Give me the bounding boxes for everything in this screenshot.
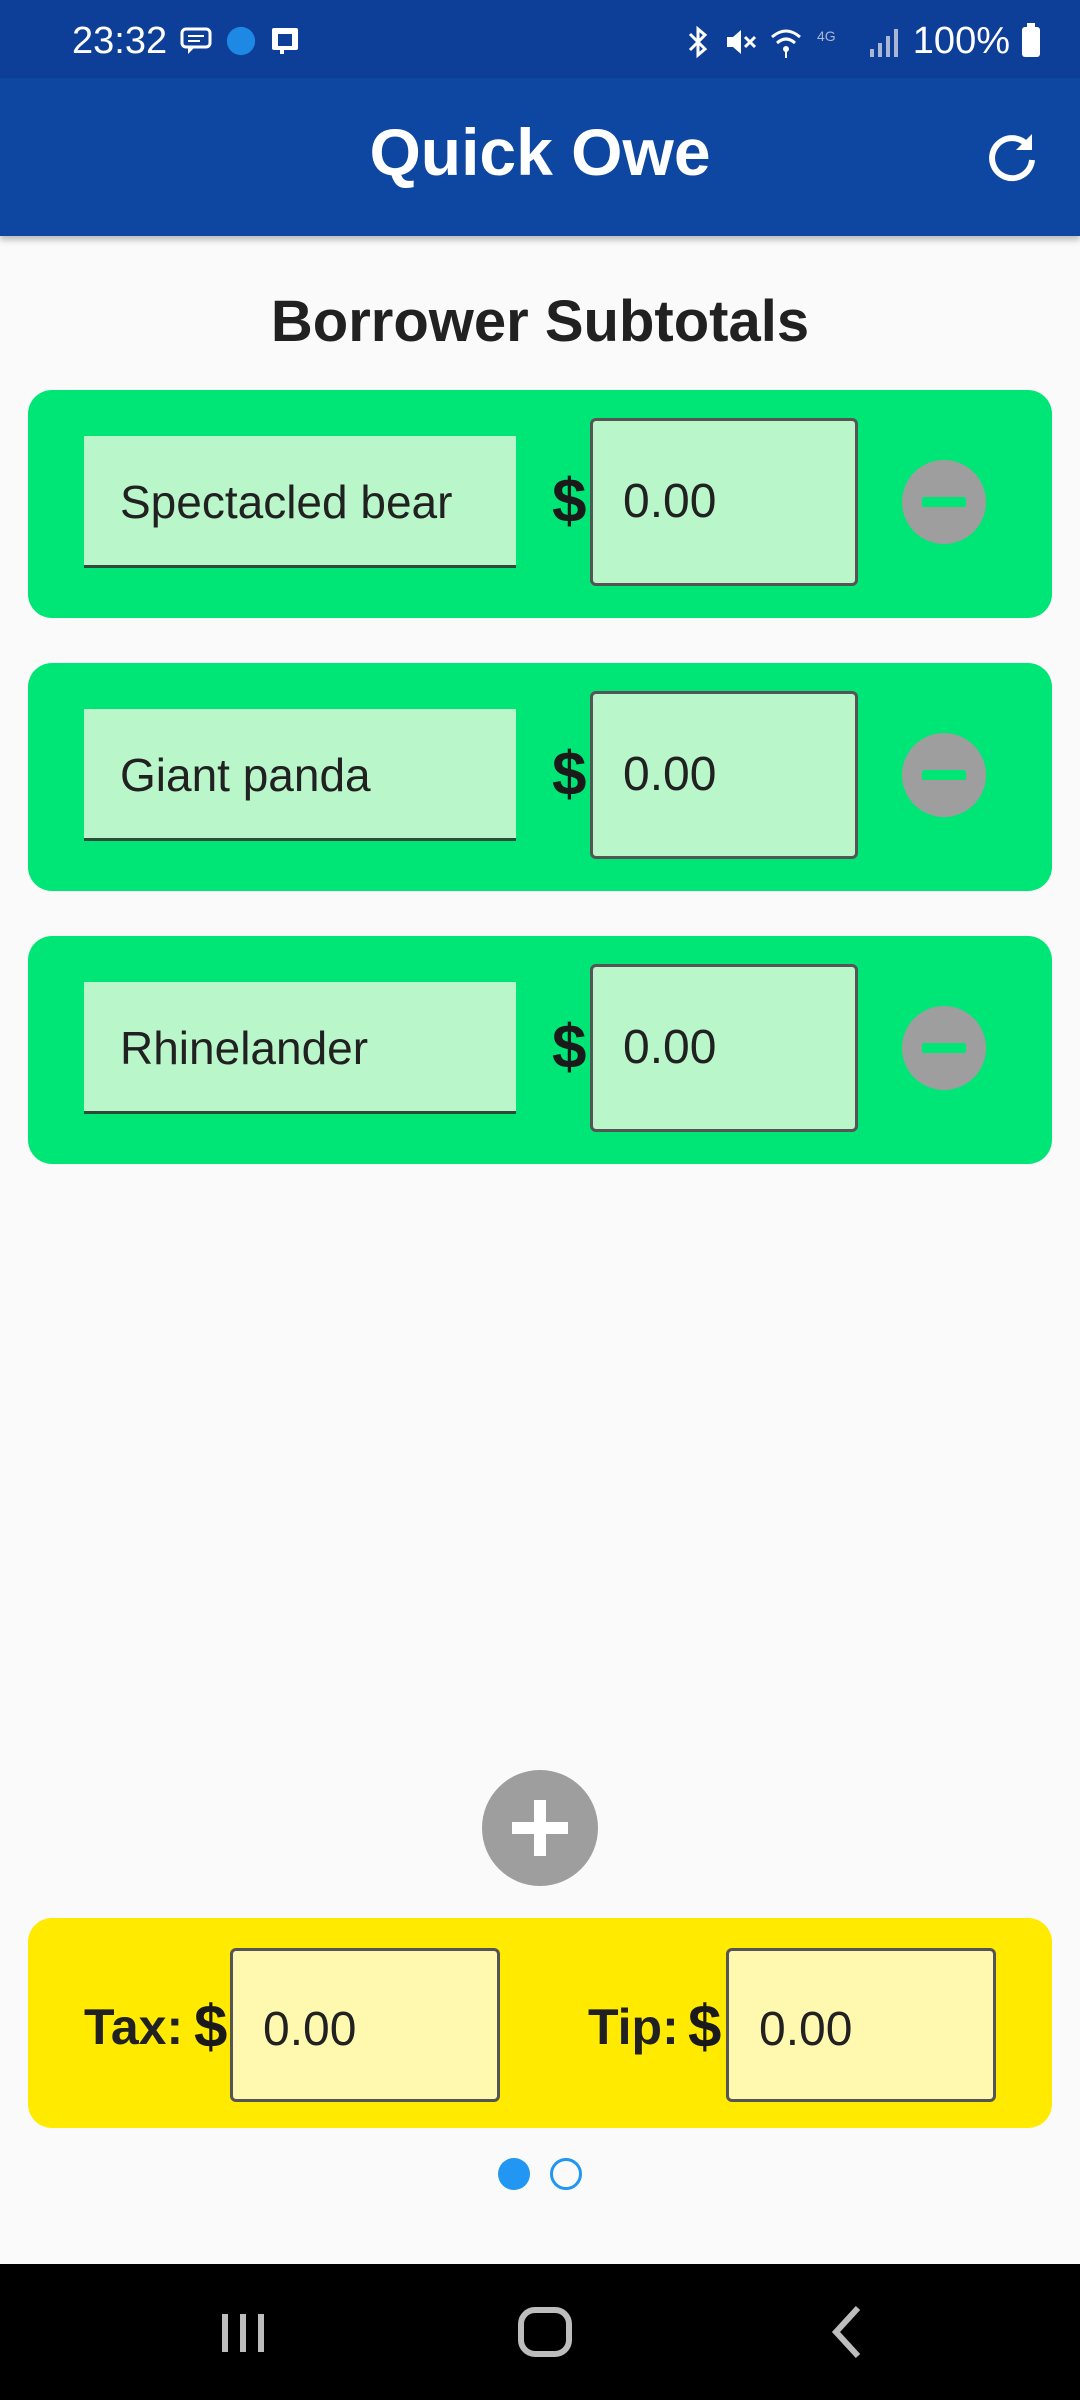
- remove-borrower-button[interactable]: [902, 733, 986, 817]
- status-time: 23:32: [72, 20, 168, 62]
- page-dot[interactable]: [550, 2158, 582, 2190]
- battery-icon: [1022, 22, 1040, 57]
- battery-percent: 100%: [912, 20, 1010, 62]
- usa-today-icon: [226, 26, 256, 56]
- tax-tip-card: Tax: $ 0.00 Tip: $ 0.00: [28, 1918, 1052, 2128]
- tip-currency-symbol: $: [688, 1993, 722, 2060]
- currency-symbol: $: [552, 467, 587, 536]
- home-icon[interactable]: [510, 2300, 580, 2364]
- borrower-name-input[interactable]: Spectacled bear: [84, 436, 516, 568]
- borrower-amount-input[interactable]: 0.00: [590, 691, 858, 859]
- currency-symbol: $: [552, 1013, 587, 1082]
- mute-icon: [726, 29, 756, 54]
- wifi-icon: [770, 29, 801, 58]
- remove-borrower-button[interactable]: [902, 1006, 986, 1090]
- system-nav-bar: [0, 2264, 1080, 2400]
- tax-currency-symbol: $: [194, 1993, 228, 2060]
- app-title: Quick Owe: [369, 115, 711, 189]
- notification-icons: [180, 26, 302, 56]
- currency-symbol: $: [552, 740, 587, 809]
- app-bar: Quick Owe: [0, 78, 1080, 236]
- borrower-name-input[interactable]: Rhinelander: [84, 982, 516, 1114]
- page-title: Borrower Subtotals: [270, 289, 810, 354]
- borrower-card: Rhinelander $ 0.00: [28, 936, 1052, 1164]
- borrower-amount-input[interactable]: 0.00: [590, 418, 858, 586]
- page-indicator: [0, 2158, 1080, 2190]
- lte-icon: 4G: [817, 28, 836, 44]
- borrower-card: Giant panda $ 0.00: [28, 663, 1052, 891]
- tip-label: Tip:: [588, 1999, 679, 2055]
- borrower-card: Spectacled bear $ 0.00: [28, 390, 1052, 618]
- borrower-name-input[interactable]: Giant panda: [84, 709, 516, 841]
- system-icons: 4G 100%: [685, 20, 1040, 63]
- tax-label: Tax:: [84, 1999, 184, 2055]
- recent-apps-icon[interactable]: [208, 2300, 278, 2364]
- tax-input[interactable]: 0.00: [230, 1948, 500, 2102]
- svg-text:4G: 4G: [817, 28, 836, 44]
- signal-icon: [869, 28, 898, 57]
- page-dot-active[interactable]: [498, 2158, 530, 2190]
- add-borrower-button[interactable]: [482, 1770, 598, 1886]
- tip-input[interactable]: 0.00: [726, 1948, 996, 2102]
- cast-icon: [272, 28, 298, 54]
- borrower-amount-input[interactable]: 0.00: [590, 964, 858, 1132]
- status-bar: 23:32 4G 100%: [0, 0, 1080, 78]
- back-icon[interactable]: [812, 2300, 882, 2364]
- remove-borrower-button[interactable]: [902, 460, 986, 544]
- bluetooth-icon: [688, 25, 708, 58]
- message-icon: [180, 27, 212, 54]
- refresh-icon[interactable]: [982, 128, 1042, 188]
